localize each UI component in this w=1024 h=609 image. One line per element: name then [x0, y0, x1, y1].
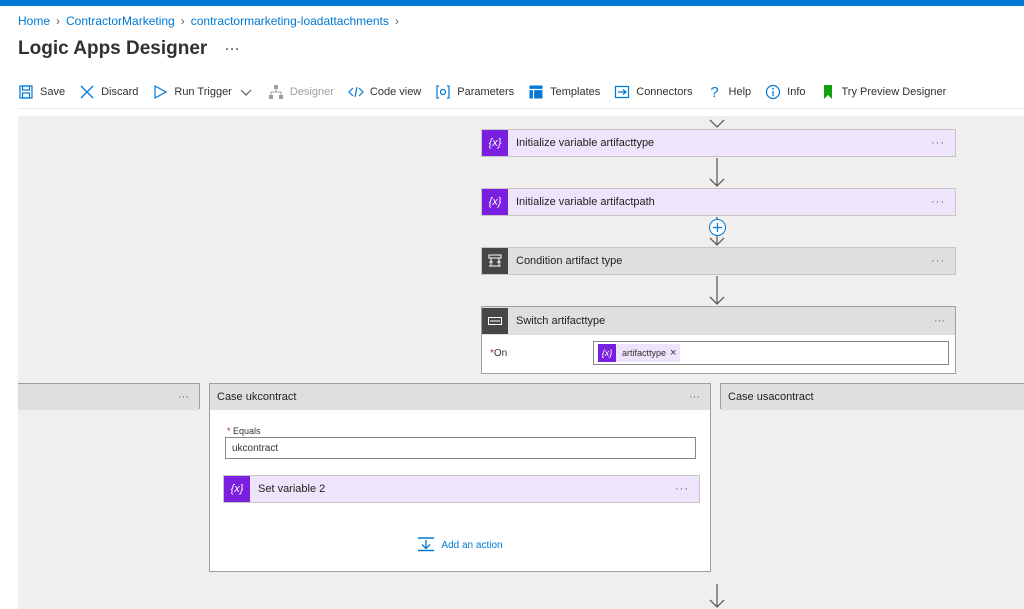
more-options-icon[interactable]: ···	[934, 315, 945, 327]
variable-icon: {x}	[482, 189, 508, 215]
info-button[interactable]: Info	[765, 84, 806, 100]
code-icon	[348, 84, 364, 100]
case-ukcontract[interactable]: Case ukcontract ··· * Equals ukcontract …	[209, 383, 711, 572]
on-field-label: *On	[490, 348, 508, 359]
on-field-input[interactable]: {x} artifacttype ×	[593, 341, 949, 365]
variable-icon: {x}	[598, 344, 616, 362]
add-action-icon	[417, 536, 435, 555]
step-title: Initialize variable artifacttype	[516, 137, 655, 149]
connectors-button[interactable]: Connectors	[614, 84, 693, 100]
case-default-partial[interactable]: ···	[18, 383, 200, 410]
case-usacontract[interactable]: Case usacontract	[720, 383, 1024, 410]
dynamic-content-token[interactable]: {x} artifacttype ×	[598, 344, 681, 362]
step-title: Initialize variable artifactpath	[516, 196, 655, 208]
top-accent-bar	[0, 0, 1024, 6]
equals-label: * Equals	[227, 426, 261, 436]
help-button[interactable]: ? Help	[707, 83, 752, 101]
parameters-label: Parameters	[457, 86, 515, 98]
code-view-label: Code view	[369, 86, 422, 98]
try-preview-label: Try Preview Designer	[841, 86, 947, 98]
designer-button[interactable]: Designer	[268, 84, 334, 100]
switch-icon	[482, 308, 508, 334]
add-action-label: Add an action	[441, 540, 503, 551]
chevron-right-icon: ›	[180, 14, 185, 28]
run-trigger-label: Run Trigger	[174, 86, 232, 98]
designer-canvas[interactable]: {x} Initialize variable artifacttype ···…	[18, 116, 1024, 609]
more-options-icon[interactable]: ···	[689, 391, 700, 403]
breadcrumb-home[interactable]: Home	[18, 14, 50, 28]
plus-icon	[713, 223, 722, 232]
more-options-icon[interactable]: ···	[931, 137, 945, 149]
variable-icon: {x}	[482, 130, 508, 156]
play-icon	[152, 84, 168, 100]
breadcrumb: Home › ContractorMarketing › contractorm…	[18, 14, 399, 28]
more-options-icon[interactable]: ···	[931, 255, 945, 267]
equals-input[interactable]: ukcontract	[225, 437, 696, 459]
discard-label: Discard	[101, 86, 139, 98]
chevron-right-icon: ›	[394, 14, 399, 28]
more-options-icon[interactable]: ···	[225, 42, 240, 56]
more-options-icon[interactable]: ···	[931, 196, 945, 208]
step-initialize-artifactpath[interactable]: {x} Initialize variable artifactpath ···	[481, 188, 956, 216]
parameters-button[interactable]: Parameters	[435, 84, 514, 100]
step-set-variable-2[interactable]: {x} Set variable 2 ···	[223, 475, 700, 503]
step-condition-artifact-type[interactable]: Condition artifact type ···	[481, 247, 956, 275]
save-label: Save	[40, 86, 66, 98]
designer-label: Designer	[289, 86, 334, 98]
case-title: Case ukcontract	[217, 391, 297, 403]
step-initialize-artifacttype[interactable]: {x} Initialize variable artifacttype ···	[481, 129, 956, 157]
save-icon	[18, 84, 34, 100]
step-title: Condition artifact type	[516, 255, 623, 267]
bookmark-icon	[820, 84, 836, 100]
insert-step-button[interactable]	[709, 219, 726, 236]
parameters-icon	[435, 84, 451, 100]
templates-button[interactable]: Templates	[528, 84, 600, 100]
more-options-icon[interactable]: ···	[178, 391, 189, 403]
breadcrumb-logic-app[interactable]: contractormarketing-loadattachments	[191, 14, 389, 28]
connector-arrow	[709, 116, 725, 129]
info-label: Info	[787, 86, 806, 98]
breadcrumb-contractor-marketing[interactable]: ContractorMarketing	[66, 14, 175, 28]
connectors-label: Connectors	[636, 86, 693, 98]
case-header[interactable]: Case usacontract	[721, 384, 1024, 410]
try-preview-designer-button[interactable]: Try Preview Designer	[820, 84, 947, 100]
help-icon: ?	[710, 83, 719, 101]
token-label: artifacttype	[622, 348, 667, 358]
close-icon	[79, 84, 95, 100]
connector-arrow	[709, 584, 725, 609]
page-title-row: Logic Apps Designer ···	[18, 38, 240, 60]
step-switch-artifacttype[interactable]: Switch artifacttype ··· *On {x} artifact…	[481, 306, 956, 374]
remove-token-icon[interactable]: ×	[670, 347, 676, 359]
connector-arrow	[709, 276, 725, 306]
toolbar-divider	[18, 108, 1024, 109]
variable-icon: {x}	[224, 476, 250, 502]
run-trigger-button[interactable]: Run Trigger	[152, 84, 253, 100]
save-button[interactable]: Save	[18, 84, 65, 100]
condition-icon	[482, 248, 508, 274]
connectors-icon	[614, 84, 630, 100]
templates-label: Templates	[550, 86, 601, 98]
connector-arrow	[709, 158, 725, 188]
step-title: Set variable 2	[258, 483, 326, 495]
discard-button[interactable]: Discard	[79, 84, 138, 100]
templates-icon	[528, 84, 544, 100]
info-icon	[765, 84, 781, 100]
chevron-right-icon: ›	[56, 14, 61, 28]
add-action-button[interactable]: Add an action	[210, 536, 710, 555]
page-title: Logic Apps Designer	[18, 38, 208, 59]
help-label: Help	[728, 86, 752, 98]
code-view-button[interactable]: Code view	[348, 84, 421, 100]
step-title: Switch artifacttype	[516, 315, 606, 327]
designer-icon	[268, 84, 284, 100]
chevron-down-icon	[238, 84, 254, 100]
more-options-icon[interactable]: ···	[675, 483, 689, 495]
case-title: Case usacontract	[728, 391, 814, 403]
case-header[interactable]: ···	[18, 384, 199, 410]
case-header[interactable]: Case ukcontract ···	[210, 384, 710, 410]
switch-header[interactable]: Switch artifacttype ···	[482, 307, 955, 335]
designer-toolbar: Save Discard Run Trigger Designer Code v…	[18, 83, 947, 101]
